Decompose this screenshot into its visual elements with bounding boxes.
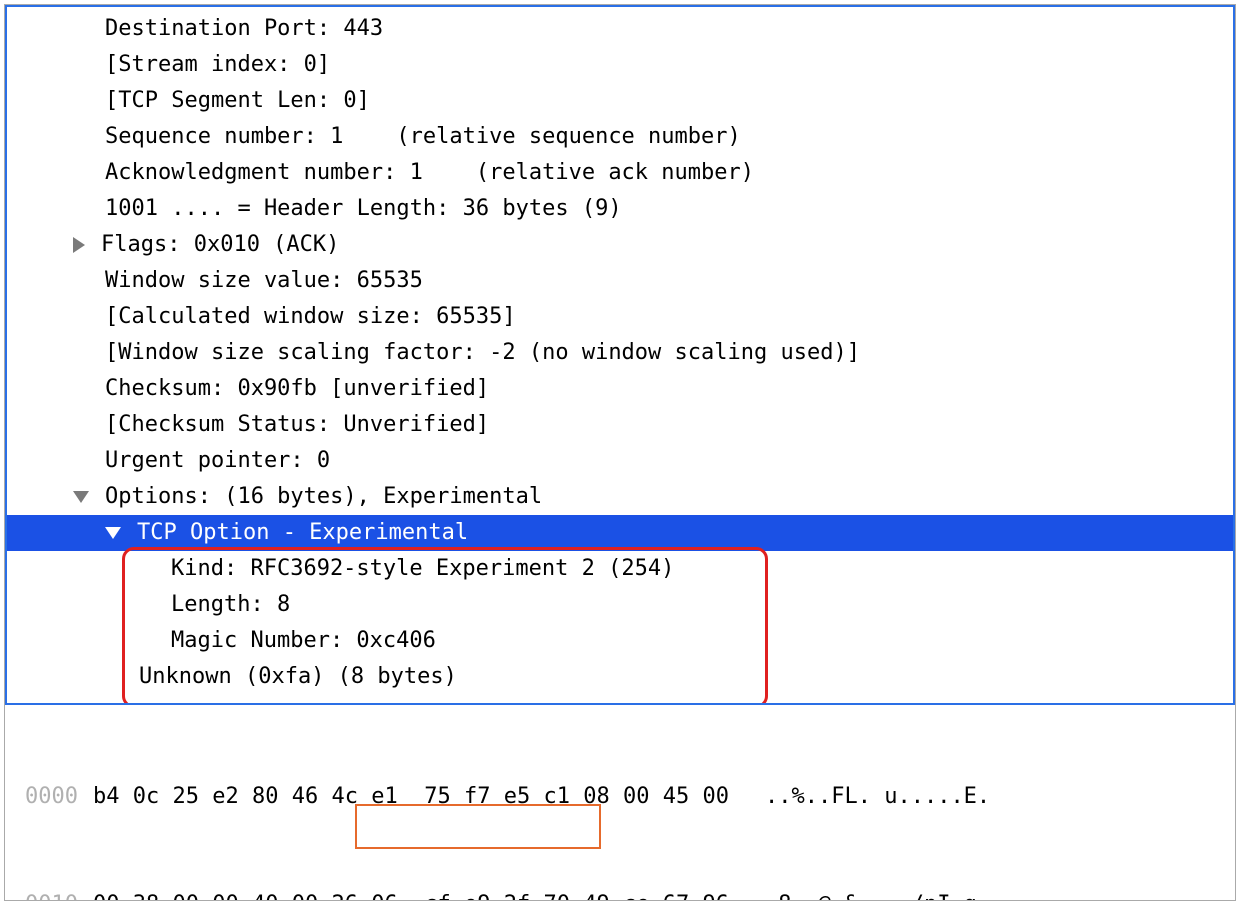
chevron-down-icon[interactable] — [73, 491, 89, 503]
packet-details-pane[interactable]: Destination Port: 443 [Stream index: 0] … — [5, 5, 1235, 705]
hex-offset: 0010 — [5, 887, 93, 900]
hex-bytes[interactable]: b4 0c 25 e2 80 46 4c e1 75 f7 e5 c1 08 0… — [93, 779, 729, 815]
field-urgent-pointer[interactable]: Urgent pointer: 0 — [7, 443, 1233, 479]
chevron-down-icon[interactable] — [105, 527, 121, 539]
chevron-right-icon[interactable] — [73, 237, 85, 253]
field-option-length[interactable]: Length: 8 — [7, 587, 1233, 623]
field-flags-label: Flags: 0x010 (ACK) — [101, 227, 339, 263]
field-ack-number[interactable]: Acknowledgment number: 1 (relative ack n… — [7, 155, 1233, 191]
hex-row-0010[interactable]: 0010 00 38 00 00 40 00 26 06 cf e9 2f 70… — [5, 887, 1235, 900]
field-checksum-status[interactable]: [Checksum Status: Unverified] — [7, 407, 1233, 443]
wireshark-frame: Destination Port: 443 [Stream index: 0] … — [4, 4, 1236, 901]
field-tcp-option-experimental-label: TCP Option - Experimental — [137, 515, 468, 551]
packet-bytes-pane[interactable]: 0000 b4 0c 25 e2 80 46 4c e1 75 f7 e5 c1… — [5, 705, 1235, 900]
field-flags[interactable]: Flags: 0x010 (ACK) — [7, 227, 1233, 263]
hex-ascii[interactable]: ..%..FL. u.....E. — [729, 779, 990, 815]
field-window-size[interactable]: Window size value: 65535 — [7, 263, 1233, 299]
hex-ascii[interactable]: .8..@.&. ../pI.g. — [729, 887, 990, 900]
field-tcp-option-experimental[interactable]: TCP Option - Experimental — [7, 515, 1233, 551]
hex-offset: 0000 — [5, 779, 93, 815]
hex-row-0000[interactable]: 0000 b4 0c 25 e2 80 46 4c e1 75 f7 e5 c1… — [5, 779, 1235, 815]
field-option-magic[interactable]: Magic Number: 0xc406 — [7, 623, 1233, 659]
field-tcp-segment-len[interactable]: [TCP Segment Len: 0] — [7, 83, 1233, 119]
hex-bytes[interactable]: 00 38 00 00 40 00 26 06 cf e9 2f 70 49 c… — [93, 887, 729, 900]
field-window-scaling[interactable]: [Window size scaling factor: -2 (no wind… — [7, 335, 1233, 371]
field-options[interactable]: Options: (16 bytes), Experimental — [7, 479, 1233, 515]
field-option-kind[interactable]: Kind: RFC3692-style Experiment 2 (254) — [7, 551, 1233, 587]
field-options-label: Options: (16 bytes), Experimental — [105, 479, 542, 515]
field-checksum[interactable]: Checksum: 0x90fb [unverified] — [7, 371, 1233, 407]
field-calc-window-size[interactable]: [Calculated window size: 65535] — [7, 299, 1233, 335]
field-sequence-number[interactable]: Sequence number: 1 (relative sequence nu… — [7, 119, 1233, 155]
field-option-unknown[interactable]: Unknown (0xfa) (8 bytes) — [7, 659, 1233, 695]
field-destination-port[interactable]: Destination Port: 443 — [7, 11, 1233, 47]
field-header-length[interactable]: 1001 .... = Header Length: 36 bytes (9) — [7, 191, 1233, 227]
field-stream-index[interactable]: [Stream index: 0] — [7, 47, 1233, 83]
